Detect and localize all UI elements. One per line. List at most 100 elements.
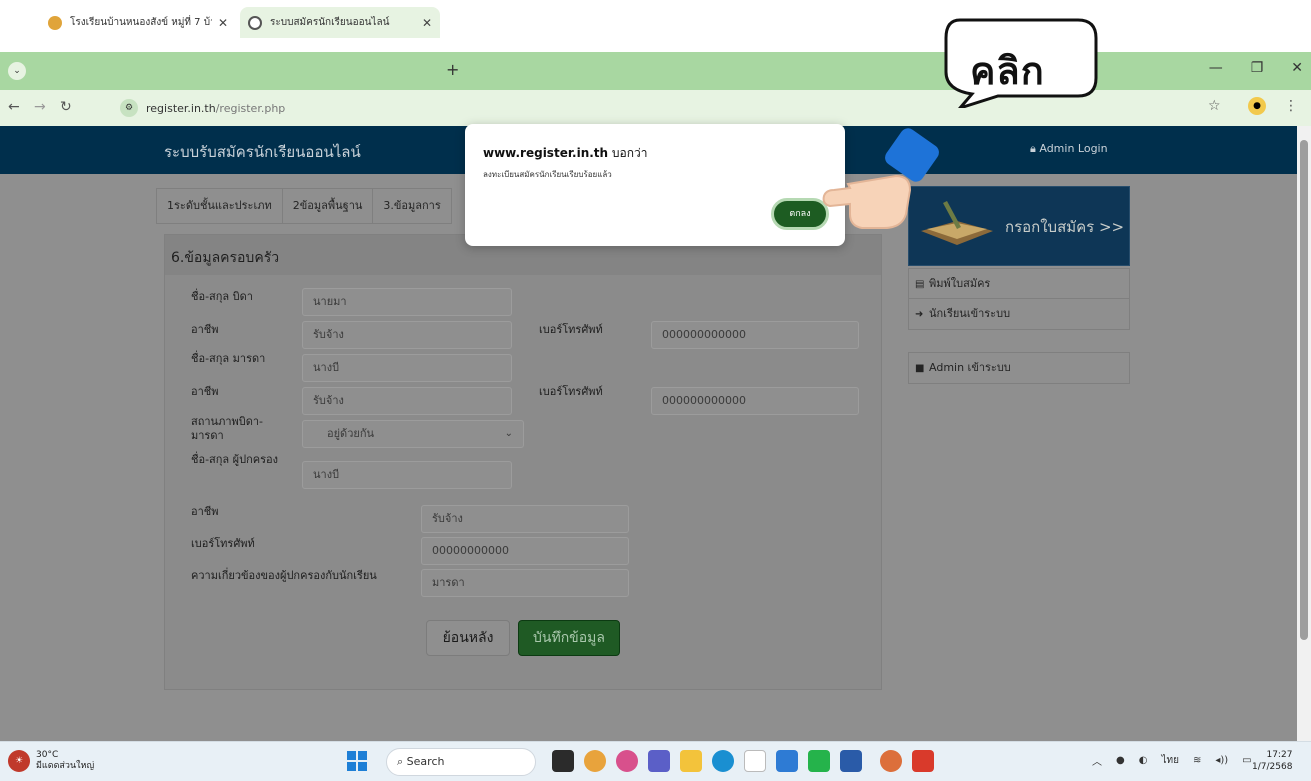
extension-icon[interactable]: ● bbox=[1248, 97, 1266, 115]
tab-school[interactable]: โรงเรียนบ้านหนองสังข์ หมู่ที่ 7 บ้านหนอง… bbox=[40, 7, 236, 38]
chrome-profile-icon[interactable] bbox=[880, 750, 902, 772]
task-view-icon[interactable] bbox=[552, 750, 574, 772]
tab-title: โรงเรียนบ้านหนองสังข์ หมู่ที่ 7 บ้านหนอง… bbox=[70, 17, 212, 28]
tab-search-button[interactable]: ⌄ bbox=[8, 62, 26, 80]
language-indicator[interactable]: ไทย bbox=[1161, 753, 1178, 768]
relation-label: ความเกี่ยวข้องของผู้ปกครองกับนักเรียน bbox=[191, 569, 377, 582]
store-icon[interactable] bbox=[776, 750, 798, 772]
chrome-icon[interactable] bbox=[584, 750, 606, 772]
step-tab-info[interactable]: 3.ข้อมูลการ bbox=[372, 188, 452, 224]
close-tab-icon[interactable]: ✕ bbox=[218, 16, 228, 30]
file-explorer-icon[interactable] bbox=[680, 750, 702, 772]
clock[interactable]: 17:27 1/7/2568 bbox=[1252, 749, 1292, 773]
tab-register[interactable]: ระบบสมัครนักเรียนออนไลน์ ✕ bbox=[240, 7, 440, 38]
windows-start-icon[interactable] bbox=[347, 751, 367, 771]
line-icon[interactable] bbox=[808, 750, 830, 772]
guardian-name-label: ชื่อ-สกุล ผู้ปกครอง bbox=[191, 453, 278, 466]
apply-label: กรอกใบสมัคร >> bbox=[1005, 218, 1125, 236]
taskbar-search[interactable]: ⌕ Search bbox=[386, 748, 536, 776]
guardian-job-input[interactable]: รับจ้าง bbox=[421, 505, 629, 533]
url-path: /register.php bbox=[215, 101, 286, 115]
mother-job-label: อาชีพ bbox=[191, 385, 219, 398]
site-info-icon[interactable]: ⚙ bbox=[120, 99, 138, 117]
browser-menu-icon[interactable]: ⋮ bbox=[1284, 98, 1298, 114]
mother-job-input[interactable]: รับจ้าง bbox=[302, 387, 512, 415]
mother-name-input[interactable]: นางบี bbox=[302, 354, 512, 382]
sidebar-item-admin-login[interactable]: ■ Admin เข้าระบบ bbox=[909, 353, 1129, 383]
lock-icon: 🔒︎ bbox=[1030, 142, 1040, 155]
teams-icon[interactable] bbox=[648, 750, 670, 772]
close-window-icon[interactable]: ✕ bbox=[1291, 60, 1303, 76]
weather-widget[interactable]: ☀ 30°C มีแดดส่วนใหญ่ bbox=[8, 750, 94, 772]
guardian-name-input[interactable]: นางบี bbox=[302, 461, 512, 489]
admin-login-link[interactable]: 🔒︎ Admin Login bbox=[1030, 142, 1108, 156]
back-arrow-icon[interactable]: ← bbox=[8, 99, 20, 115]
chevron-up-icon[interactable]: ︿ bbox=[1092, 753, 1102, 768]
father-phone-label: เบอร์โทรศัพท์ bbox=[539, 323, 603, 336]
step-tab-basic[interactable]: 2ข้อมูลพื้นฐาน bbox=[281, 188, 374, 224]
edge-icon[interactable] bbox=[712, 750, 734, 772]
guardian-job-label: อาชีพ bbox=[191, 505, 219, 518]
parent-status-label: สถานภาพบิดา-มารดา bbox=[191, 415, 264, 442]
school-favicon-icon bbox=[48, 15, 62, 30]
amazon-icon[interactable] bbox=[744, 750, 766, 772]
parent-status-select[interactable]: อยู่ด้วยกัน ⌄ bbox=[302, 420, 524, 448]
copilot-icon[interactable] bbox=[616, 750, 638, 772]
battery-icon[interactable]: ▭ bbox=[1242, 755, 1251, 766]
printer-icon: ▤ bbox=[915, 279, 925, 290]
forward-arrow-icon[interactable]: → bbox=[34, 99, 46, 115]
mother-phone-label: เบอร์โทรศัพท์ bbox=[539, 385, 603, 398]
sidebar-item-print[interactable]: ▤ พิมพ์ใบสมัคร bbox=[909, 269, 1129, 299]
tray-app-icon[interactable]: ● bbox=[1116, 755, 1125, 766]
step-tabs: 1ระดับชั้นและประเภท 2ข้อมูลพื้นฐาน 3.ข้อ… bbox=[156, 188, 452, 224]
weather-icon: ☀ bbox=[8, 750, 30, 772]
window-controls: — ❐ ✕ bbox=[1209, 60, 1303, 76]
back-button[interactable]: ย้อนหลัง bbox=[426, 620, 510, 656]
reload-icon[interactable]: ↻ bbox=[60, 99, 72, 115]
alert-dialog: www.register.in.th บอกว่า ลงทะเบียนสมัคร… bbox=[465, 124, 845, 246]
scrollbar-thumb[interactable] bbox=[1300, 140, 1308, 640]
dialog-origin: www.register.in.th บอกว่า bbox=[483, 146, 648, 160]
minimize-icon[interactable]: — bbox=[1209, 60, 1223, 76]
tab-strip bbox=[0, 52, 1311, 90]
dialog-message: ลงทะเบียนสมัครนักเรียนเรียบร้อยแล้ว bbox=[483, 170, 612, 179]
close-tab-icon[interactable]: ✕ bbox=[422, 16, 432, 30]
save-button[interactable]: บันทึกข้อมูล bbox=[518, 620, 620, 656]
pointing-hand-icon bbox=[822, 128, 939, 229]
pdf-icon[interactable] bbox=[912, 750, 934, 772]
father-phone-input[interactable]: 000000000000 bbox=[651, 321, 859, 349]
search-icon: ⌕ bbox=[397, 755, 407, 768]
sidebar-menu: ▤ พิมพ์ใบสมัคร ➜ นักเรียนเข้าระบบ bbox=[908, 268, 1130, 330]
sign-in-icon: ➜ bbox=[915, 309, 924, 320]
tray-app-icon[interactable]: ◐ bbox=[1139, 755, 1148, 766]
mother-name-label: ชื่อ-สกุล มารดา bbox=[191, 352, 266, 365]
speaker-icon[interactable]: ◂)) bbox=[1215, 755, 1228, 766]
word-icon[interactable] bbox=[840, 750, 862, 772]
click-callout-text: คลิก bbox=[970, 49, 1045, 93]
section-title: 6.ข้อมูลครอบครัว bbox=[171, 250, 280, 266]
wifi-icon[interactable]: ≋ bbox=[1193, 755, 1201, 766]
father-name-input[interactable]: นายมา bbox=[302, 288, 512, 316]
globe-icon bbox=[248, 15, 262, 30]
father-name-label: ชื่อ-สกุล บิดา bbox=[191, 290, 253, 303]
tab-title: ระบบสมัครนักเรียนออนไลน์ bbox=[270, 17, 390, 28]
bookmark-star-icon[interactable]: ☆ bbox=[1208, 98, 1221, 114]
lock-icon: ■ bbox=[915, 363, 925, 374]
chevron-down-icon: ⌄ bbox=[504, 428, 513, 439]
guardian-phone-input[interactable]: 00000000000 bbox=[421, 537, 629, 565]
sidebar-admin-menu: ■ Admin เข้าระบบ bbox=[908, 352, 1130, 384]
step-tab-level[interactable]: 1ระดับชั้นและประเภท bbox=[156, 188, 283, 224]
father-job-label: อาชีพ bbox=[191, 323, 219, 336]
apply-banner[interactable]: กรอกใบสมัคร >> bbox=[908, 186, 1130, 266]
mother-phone-input[interactable]: 000000000000 bbox=[651, 387, 859, 415]
new-tab-button[interactable]: + bbox=[446, 60, 459, 79]
restore-icon[interactable]: ❐ bbox=[1251, 60, 1264, 76]
site-title: ระบบรับสมัครนักเรียนออนไลน์ bbox=[164, 143, 361, 161]
relation-input[interactable]: มารดา bbox=[421, 569, 629, 597]
url-domain: register.in.th bbox=[146, 101, 216, 115]
guardian-phone-label: เบอร์โทรศัพท์ bbox=[191, 537, 255, 550]
system-tray: ︿ ● ◐ ไทย ≋ ◂)) ▭ bbox=[1092, 753, 1252, 768]
parent-status-value: อยู่ด้วยกัน bbox=[327, 427, 374, 440]
father-job-input[interactable]: รับจ้าง bbox=[302, 321, 512, 349]
sidebar-item-student-login[interactable]: ➜ นักเรียนเข้าระบบ bbox=[909, 299, 1129, 329]
